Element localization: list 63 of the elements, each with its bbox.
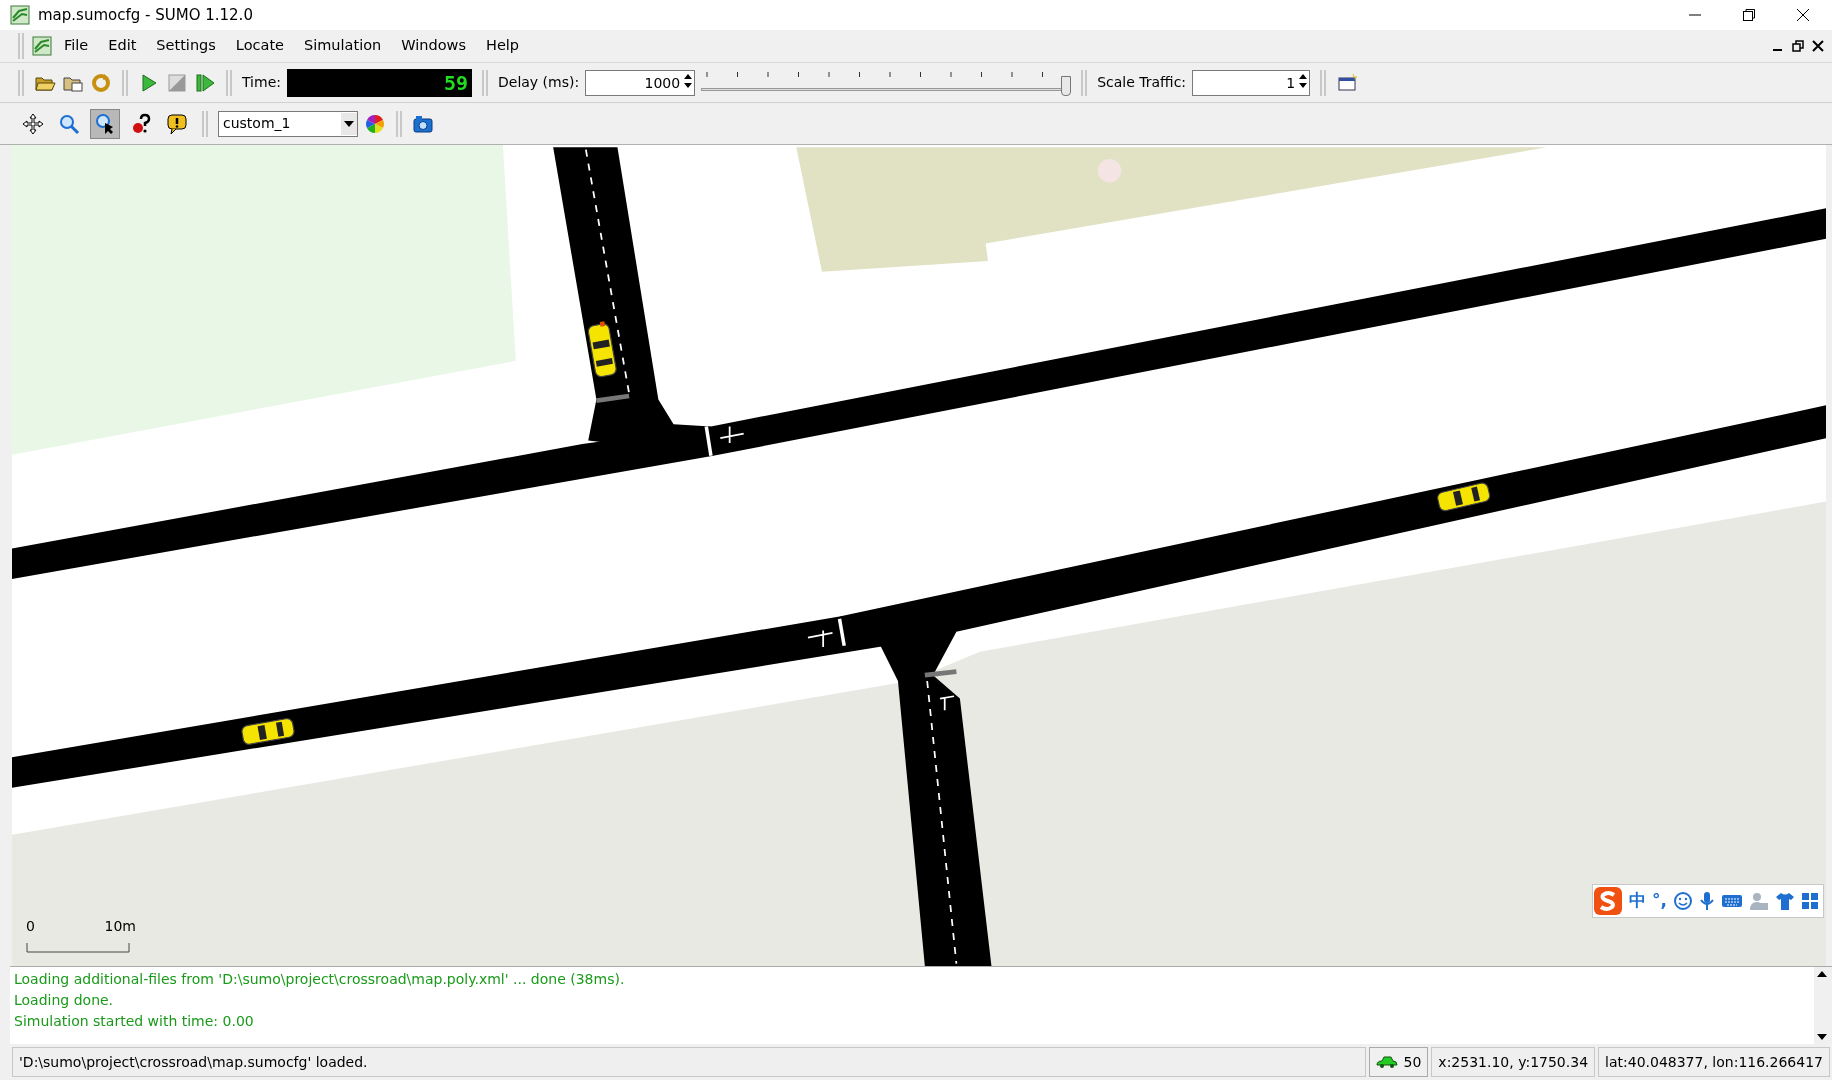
restore-icon[interactable] (1792, 40, 1804, 52)
window-title: map.sumocfg - SUMO 1.12.0 (38, 4, 253, 26)
menu-item[interactable]: File (56, 33, 97, 59)
microphone-icon[interactable] (1699, 891, 1715, 911)
menu-item[interactable]: Help (478, 33, 528, 59)
menu-item[interactable]: Settings (148, 33, 224, 59)
toolbar-grip[interactable] (226, 69, 232, 96)
locate-button[interactable] (90, 108, 120, 139)
delay-slider[interactable] (701, 69, 1072, 96)
scale-traffic-label: Scale Traffic: (1097, 73, 1187, 92)
scale-label: 0 (26, 917, 35, 936)
ime-punctuation[interactable]: °, (1652, 888, 1667, 914)
menu-item[interactable]: Edit (100, 33, 145, 59)
locate-icon (94, 112, 116, 135)
new-window-icon[interactable] (1336, 71, 1359, 94)
time-label: Time: (242, 73, 281, 92)
geo-readout: lat:40.048377, lon:116.266417 (1598, 1047, 1830, 1077)
menu-item[interactable]: Simulation (296, 33, 390, 59)
close-icon[interactable] (1812, 40, 1824, 52)
toolbar-grip[interactable] (18, 33, 24, 59)
position-readout: x:2531.10, y:1750.34 (1431, 1047, 1596, 1077)
toolbar-grip[interactable] (482, 69, 488, 96)
car-icon (1375, 1056, 1398, 1068)
log-line: Loading done. (14, 991, 115, 1010)
toolbar-grip[interactable] (1081, 69, 1088, 96)
step-icon[interactable] (194, 71, 216, 94)
scheme-dropdown[interactable]: custom_1 (218, 110, 358, 137)
app-logo-icon (10, 5, 30, 25)
delay-label: Delay (ms): (498, 73, 580, 92)
shirt-icon[interactable] (1775, 891, 1795, 911)
menu-item[interactable]: Windows (393, 33, 474, 59)
toolbar-grip[interactable] (18, 69, 24, 96)
restore-icon[interactable] (1742, 8, 1756, 22)
status-message: 'D:\sumo\project\crossroad\map.sumocfg' loaded. (12, 1047, 1366, 1077)
log-line: Simulation started with time: 0.00 (14, 1012, 255, 1031)
dropdown-caret-icon[interactable] (341, 112, 357, 135)
keyboard-icon[interactable] (1721, 893, 1743, 909)
log-line: Loading additional-files from 'D:\sumo\project\crossroad\map.poly.xml' ... done (38ms). (14, 970, 626, 989)
zoom-icon (58, 112, 80, 135)
color-wheel-icon[interactable] (364, 112, 386, 135)
car (1435, 481, 1492, 513)
ime-logo-icon[interactable] (1593, 886, 1624, 916)
message-icon (166, 112, 188, 135)
grid-icon[interactable] (1801, 892, 1819, 910)
scale-label: 10m (104, 917, 136, 936)
point-marker (1097, 159, 1122, 183)
menu-item[interactable]: Locate (227, 33, 292, 59)
recenter-icon (22, 112, 44, 135)
car (586, 321, 618, 379)
ime-language[interactable]: 中 (1629, 888, 1647, 914)
slider-thumb[interactable] (1061, 75, 1072, 96)
toolbar-grip[interactable] (1320, 69, 1327, 96)
car (240, 717, 296, 746)
help-query-icon (130, 112, 152, 135)
time-display: 59 (287, 68, 472, 97)
app-logo-icon (32, 36, 52, 56)
toolbar-grip[interactable] (396, 110, 402, 137)
vehicle-count-button[interactable]: 50 (1368, 1047, 1429, 1077)
toolbar-grip[interactable] (122, 69, 128, 96)
stop-icon[interactable] (166, 71, 188, 94)
smiley-icon[interactable] (1673, 891, 1693, 911)
toolbar-grip[interactable] (202, 110, 208, 137)
close-icon[interactable] (1796, 8, 1810, 22)
